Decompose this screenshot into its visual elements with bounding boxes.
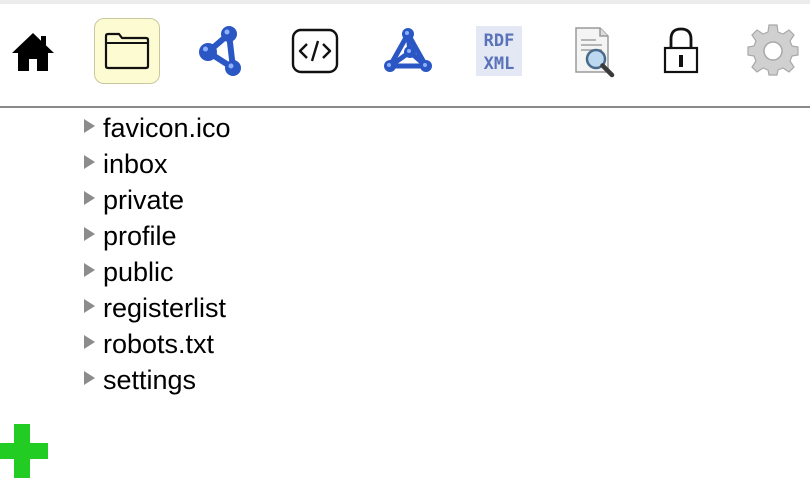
expand-triangle-icon[interactable] (84, 299, 95, 313)
toolbar-divider (0, 106, 810, 108)
lock-icon (663, 27, 699, 74)
file-item-settings[interactable]: settings (84, 362, 231, 398)
expand-triangle-icon[interactable] (84, 335, 95, 349)
home-button[interactable] (0, 18, 66, 84)
expand-triangle-icon[interactable] (84, 155, 95, 169)
share-graph-icon (199, 26, 241, 76)
file-label: profile (103, 221, 177, 251)
document-search-button[interactable] (560, 18, 626, 84)
file-item-public[interactable]: public (84, 254, 231, 290)
file-label: inbox (103, 149, 168, 179)
graph-network-button[interactable] (376, 18, 442, 84)
source-code-icon (291, 28, 339, 74)
file-item-inbox[interactable]: inbox (84, 146, 231, 182)
home-icon (12, 33, 54, 71)
file-label: settings (103, 365, 197, 395)
rdf-xml-icon: RDF XML (476, 26, 522, 76)
file-item-favicon[interactable]: favicon.ico (84, 110, 231, 146)
file-label: registerlist (103, 293, 227, 323)
lock-button[interactable] (648, 18, 714, 84)
source-code-button[interactable] (282, 18, 348, 84)
file-item-profile[interactable]: profile (84, 218, 231, 254)
document-search-icon (575, 27, 615, 78)
settings-button[interactable] (740, 18, 806, 84)
rdf-label: RDF (484, 31, 515, 51)
gear-icon (747, 24, 799, 76)
file-item-registerlist[interactable]: registerlist (84, 290, 231, 326)
page: RDF XML favicon.ico inbox private profil… (0, 0, 810, 494)
file-label: private (103, 185, 185, 215)
file-item-private[interactable]: private (84, 182, 231, 218)
file-label: favicon.ico (103, 113, 231, 143)
folder-icon (104, 32, 150, 70)
folder-button[interactable] (94, 18, 160, 84)
rdf-xml-button[interactable]: RDF XML (466, 18, 532, 84)
add-button[interactable] (0, 422, 48, 480)
share-graph-button[interactable] (188, 18, 254, 84)
file-label: robots.txt (103, 329, 215, 359)
file-item-robots[interactable]: robots.txt (84, 326, 231, 362)
expand-triangle-icon[interactable] (84, 227, 95, 241)
expand-triangle-icon[interactable] (84, 191, 95, 205)
graph-network-icon (384, 28, 432, 72)
xml-label: XML (484, 54, 515, 74)
file-list: favicon.ico inbox private profile public… (84, 110, 231, 398)
toolbar: RDF XML (0, 4, 810, 106)
expand-triangle-icon[interactable] (84, 119, 95, 133)
expand-triangle-icon[interactable] (84, 263, 95, 277)
expand-triangle-icon[interactable] (84, 371, 95, 385)
plus-icon (0, 424, 48, 478)
file-label: public (103, 257, 174, 287)
